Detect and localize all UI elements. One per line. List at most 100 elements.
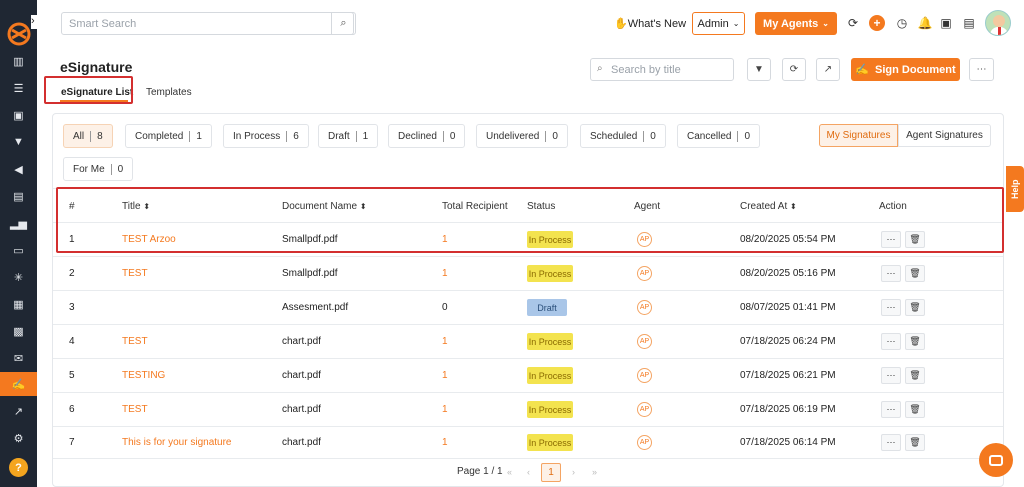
filter-label: Undelivered bbox=[486, 130, 540, 142]
sync-icon[interactable]: ⟳ bbox=[845, 15, 861, 31]
nav-calendar-icon[interactable]: ▩ bbox=[0, 319, 37, 343]
filter-label: In Process bbox=[233, 130, 281, 142]
my-agents-button[interactable]: My Agents ⌄ bbox=[755, 12, 837, 35]
search-icon: ⌕ bbox=[597, 63, 603, 74]
cell-title-link[interactable]: TEST bbox=[122, 404, 148, 415]
nav-list-icon[interactable]: ☰ bbox=[0, 76, 37, 100]
nav-folder-icon[interactable]: ▭ bbox=[0, 238, 37, 262]
more-icon[interactable]: ⋯ bbox=[881, 333, 901, 350]
top-bar: Smart Search ⌕ ✋What's New Admin ⌄ My Age… bbox=[37, 0, 1024, 46]
nav-sheet-icon[interactable]: ▦ bbox=[0, 292, 37, 316]
chat-button[interactable] bbox=[979, 443, 1013, 477]
title-search-input[interactable]: ⌕ Search by title bbox=[590, 58, 734, 81]
cell-created-at: 08/07/2025 01:41 PM bbox=[740, 302, 836, 313]
whats-new-label: What's New bbox=[627, 18, 687, 30]
nav-gear-icon[interactable]: ⚙ bbox=[0, 426, 37, 450]
first-page-button[interactable]: « bbox=[501, 463, 518, 481]
trash-icon[interactable]: 🗑 bbox=[905, 401, 925, 418]
more-icon[interactable]: ⋯ bbox=[881, 367, 901, 384]
filter-draft[interactable]: Draft 1 bbox=[318, 124, 379, 148]
cell-document-name: chart.pdf bbox=[282, 336, 321, 347]
cell-title-link[interactable]: TEST bbox=[122, 336, 148, 347]
current-page-button[interactable]: 1 bbox=[541, 463, 561, 482]
admin-label: Admin bbox=[697, 17, 729, 30]
more-icon[interactable]: ⋯ bbox=[881, 265, 901, 282]
cell-recipient-link[interactable]: 1 bbox=[442, 336, 448, 347]
cell-recipient-link[interactable]: 1 bbox=[442, 437, 448, 448]
filter-count: 0 bbox=[650, 130, 656, 142]
trash-icon[interactable]: 🗑 bbox=[905, 367, 925, 384]
smart-search-input[interactable]: Smart Search bbox=[61, 12, 354, 35]
filter-count: 0 bbox=[744, 130, 751, 142]
prev-page-button[interactable]: ‹ bbox=[520, 463, 537, 481]
whats-new-link[interactable]: ✋What's New bbox=[614, 17, 686, 30]
nav-filter-icon[interactable]: ▼ bbox=[0, 130, 37, 154]
filter-icon[interactable]: ▼ bbox=[747, 58, 771, 81]
ai-chip-icon[interactable]: ▣ bbox=[938, 15, 954, 31]
filter-scheduled[interactable]: Scheduled 0 bbox=[580, 124, 666, 148]
plus-icon[interactable]: + bbox=[869, 15, 885, 31]
help-tab-label: Help bbox=[1010, 179, 1020, 199]
cell-title-link[interactable]: TEST bbox=[122, 268, 148, 279]
more-icon[interactable]: ⋯ bbox=[881, 401, 901, 418]
filter-in-process[interactable]: In Process 6 bbox=[223, 124, 309, 148]
trash-icon[interactable]: 🗑 bbox=[905, 333, 925, 350]
avatar[interactable] bbox=[985, 10, 1011, 36]
cell-title-link[interactable]: TESTING bbox=[122, 370, 165, 381]
status-badge: In Process bbox=[527, 367, 573, 384]
filter-all[interactable]: All 8 bbox=[63, 124, 113, 148]
status-badge: Draft bbox=[527, 299, 567, 316]
cell-document-name: Smallpdf.pdf bbox=[282, 268, 338, 279]
cell-document-name: Assesment.pdf bbox=[282, 302, 349, 313]
nav-mail-icon[interactable]: ✉ bbox=[0, 346, 37, 370]
agent-signatures-toggle[interactable]: Agent Signatures bbox=[898, 124, 991, 147]
nav-document-icon[interactable]: ▤ bbox=[0, 184, 37, 208]
filter-for-me[interactable]: For Me 0 bbox=[63, 157, 134, 181]
bell-icon[interactable]: 🔔 bbox=[917, 15, 933, 31]
trash-icon[interactable]: 🗑 bbox=[905, 299, 925, 316]
next-page-button[interactable]: › bbox=[565, 463, 582, 481]
nav-chart-icon[interactable]: ▂▅ bbox=[0, 211, 37, 235]
nav-network-icon[interactable]: ✳ bbox=[0, 265, 37, 289]
cell-created-at: 07/18/2025 06:24 PM bbox=[740, 336, 836, 347]
chart-icon[interactable]: ↗ bbox=[816, 58, 840, 81]
more-icon[interactable]: ⋯ bbox=[881, 434, 901, 451]
nav-signature-icon[interactable]: ✍ bbox=[0, 372, 37, 396]
cell-recipient-link[interactable]: 1 bbox=[442, 370, 448, 381]
trash-icon[interactable]: 🗑 bbox=[905, 434, 925, 451]
help-question-icon[interactable]: ? bbox=[9, 458, 28, 477]
cell-number: 2 bbox=[69, 268, 75, 279]
hand-icon: ✋ bbox=[614, 18, 628, 30]
app-logo-icon[interactable] bbox=[7, 22, 31, 46]
clock-icon[interactable]: ◷ bbox=[894, 15, 910, 31]
help-tab[interactable]: Help bbox=[1006, 166, 1024, 212]
page-indicator: Page 1 / 1 bbox=[457, 466, 503, 477]
my-signatures-toggle[interactable]: My Signatures bbox=[819, 124, 898, 147]
trash-icon[interactable]: 🗑 bbox=[905, 265, 925, 282]
left-rail: ▥ ☰ ▣ ▼ ◀ ▤ ▂▅ ▭ ✳ ▦ ▩ ✉ ✍ ↗ ⚙ ? bbox=[0, 0, 37, 487]
cell-recipient-link[interactable]: 1 bbox=[442, 404, 448, 415]
more-icon[interactable]: ⋯ bbox=[969, 58, 994, 81]
filter-count: 0 bbox=[552, 130, 558, 142]
more-icon[interactable]: ⋯ bbox=[881, 299, 901, 316]
filter-declined[interactable]: Declined 0 bbox=[388, 124, 466, 148]
cell-title-link[interactable]: This is for your signature bbox=[122, 437, 232, 448]
notes-icon[interactable]: ▤ bbox=[961, 15, 977, 31]
agent-avatar: AP bbox=[637, 266, 652, 281]
tab-templates[interactable]: Templates bbox=[146, 87, 192, 98]
admin-dropdown[interactable]: Admin ⌄ bbox=[692, 12, 745, 35]
filter-cancelled[interactable]: Cancelled 0 bbox=[677, 124, 761, 148]
filter-label: Completed bbox=[135, 130, 184, 142]
chevron-down-icon: ⌄ bbox=[822, 19, 829, 28]
filter-undelivered[interactable]: Undelivered 0 bbox=[476, 124, 568, 148]
nav-trend-icon[interactable]: ↗ bbox=[0, 399, 37, 423]
cell-recipient-link[interactable]: 1 bbox=[442, 268, 448, 279]
nav-bank-icon[interactable]: ▥ bbox=[0, 49, 37, 73]
nav-megaphone-icon[interactable]: ◀ bbox=[0, 157, 37, 181]
search-icon[interactable]: ⌕ bbox=[331, 12, 356, 35]
sign-document-button[interactable]: ✍ Sign Document bbox=[851, 58, 960, 81]
filter-completed[interactable]: Completed 1 bbox=[125, 124, 212, 148]
refresh-icon[interactable]: ⟳ bbox=[782, 58, 806, 81]
last-page-button[interactable]: » bbox=[586, 463, 603, 481]
nav-contact-icon[interactable]: ▣ bbox=[0, 103, 37, 127]
